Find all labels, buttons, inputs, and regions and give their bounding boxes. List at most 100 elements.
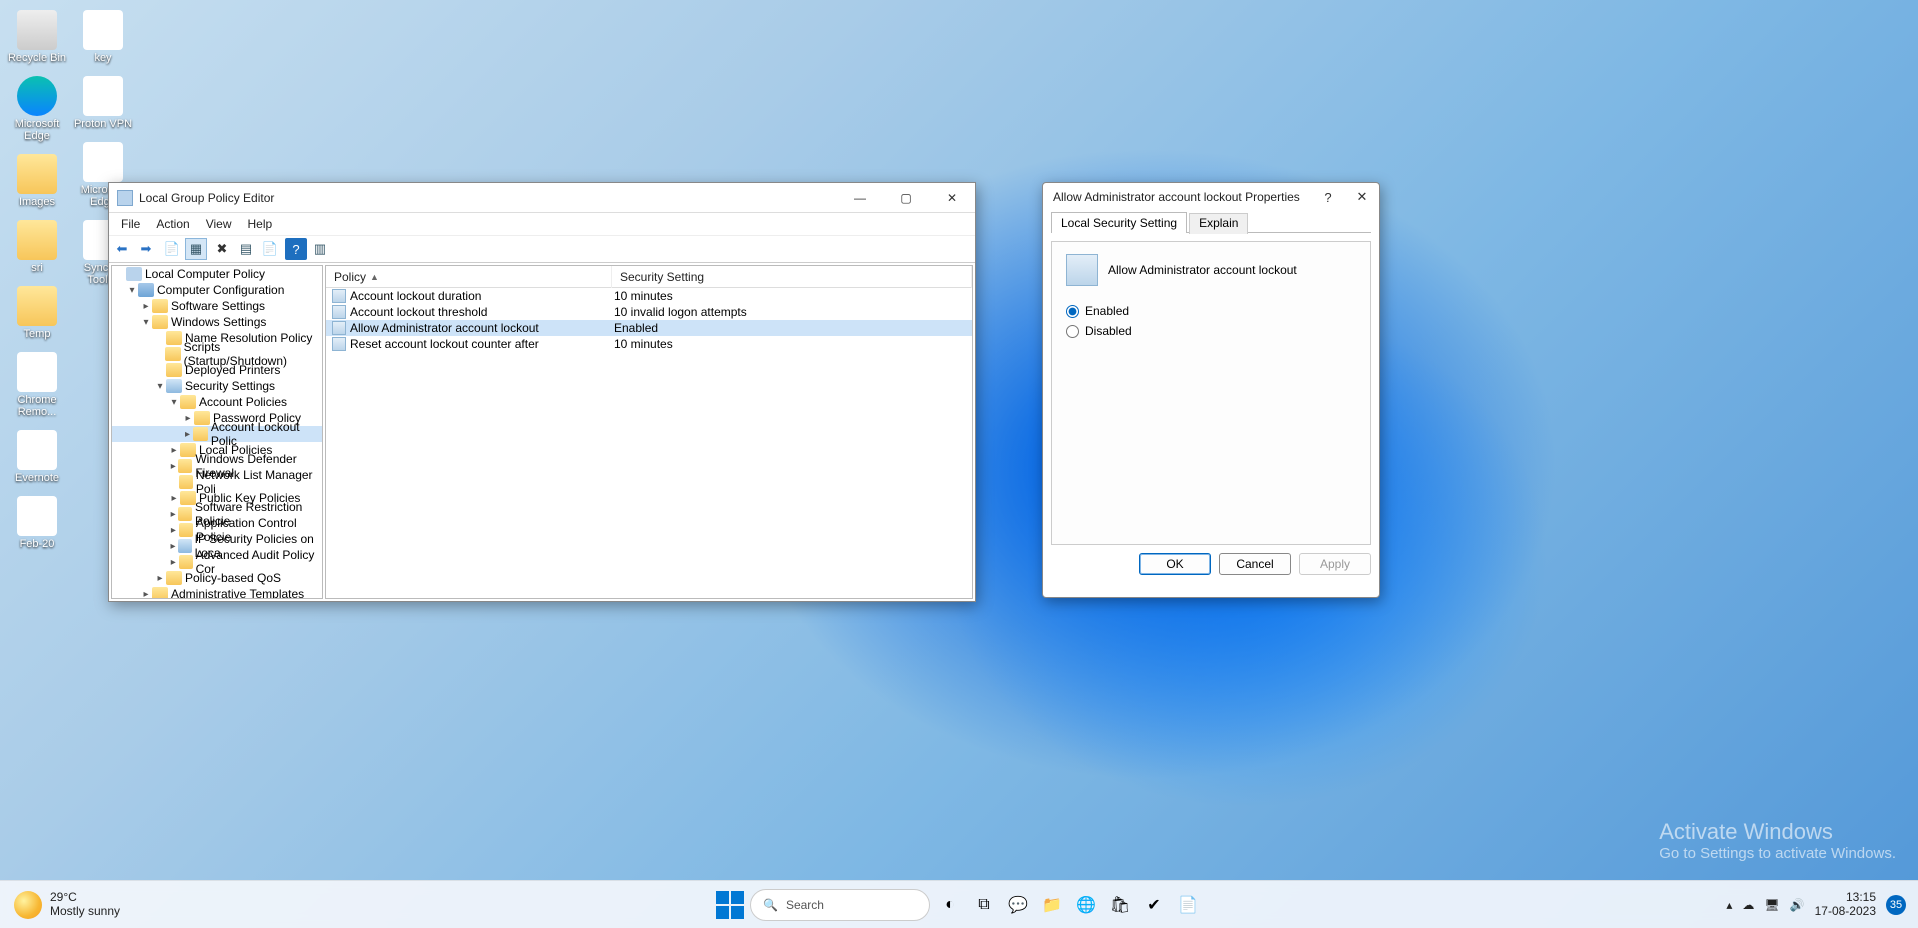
tab-local-security-setting[interactable]: Local Security Setting <box>1051 212 1187 233</box>
radio-disabled-input[interactable] <box>1066 325 1079 338</box>
gpedit-titlebar[interactable]: Local Group Policy Editor — ▢ ✕ <box>109 183 975 213</box>
tree-node[interactable]: ▾Computer Configuration <box>112 282 322 298</box>
onedrive-icon[interactable]: ☁ <box>1742 898 1754 912</box>
expand-icon[interactable]: ▸ <box>168 525 179 536</box>
icon-label: sri <box>31 262 43 274</box>
file-icon <box>17 352 57 392</box>
expand-icon[interactable]: ▸ <box>168 557 179 568</box>
col-policy[interactable]: Policy▲ <box>326 266 612 288</box>
back-icon[interactable]: ⬅ <box>111 238 133 260</box>
tree-node[interactable]: ▸Administrative Templates <box>112 586 322 599</box>
tree-node[interactable]: Network List Manager Poli <box>112 474 322 490</box>
col-security-setting[interactable]: Security Setting <box>612 266 972 288</box>
radio-disabled[interactable]: Disabled <box>1066 324 1356 338</box>
tab-explain[interactable]: Explain <box>1189 213 1248 234</box>
explorer-icon[interactable]: 📁 <box>1038 891 1066 919</box>
taskbar-search[interactable]: 🔍 Search <box>750 889 930 921</box>
dialog-help-button[interactable]: ? <box>1311 183 1345 211</box>
policy-tree[interactable]: Local Computer Policy▾Computer Configura… <box>111 265 323 599</box>
policy-row[interactable]: Account lockout threshold10 invalid logo… <box>326 304 972 320</box>
expand-icon[interactable]: ▸ <box>168 493 180 504</box>
copilot-icon[interactable]: ◐ <box>936 891 964 919</box>
menu-help[interactable]: Help <box>240 215 281 233</box>
policy-row[interactable]: Reset account lockout counter after10 mi… <box>326 336 972 352</box>
expand-icon[interactable]: ▸ <box>168 461 178 472</box>
tree-node[interactable]: ▸Advanced Audit Policy Cor <box>112 554 322 570</box>
show-tree-icon[interactable]: ▦ <box>185 238 207 260</box>
expand-icon[interactable]: ▸ <box>168 509 178 520</box>
tree-node[interactable]: ▸Account Lockout Polic <box>112 426 322 442</box>
desktop-icon[interactable]: Images <box>4 154 70 208</box>
store-icon[interactable]: 🛍 <box>1106 891 1134 919</box>
cancel-button[interactable]: Cancel <box>1219 553 1291 575</box>
tray-overflow-icon[interactable]: ▴ <box>1726 898 1732 912</box>
expand-icon[interactable]: ▾ <box>154 381 166 392</box>
edge-icon[interactable]: 🌐 <box>1072 891 1100 919</box>
weather-widget[interactable]: 29°C Mostly sunny <box>14 891 120 919</box>
folder-icon <box>165 347 180 361</box>
desktop-icon[interactable]: Feb-20 <box>4 496 70 550</box>
clock[interactable]: 13:15 17-08-2023 <box>1815 891 1876 919</box>
policy-row[interactable]: Account lockout duration10 minutes <box>326 288 972 304</box>
expand-icon[interactable]: ▸ <box>182 429 193 440</box>
dialog-title: Allow Administrator account lockout Prop… <box>1043 190 1311 204</box>
desktop-icon[interactable]: Recycle Bin <box>4 10 70 64</box>
volume-icon[interactable]: 🔊 <box>1790 898 1805 912</box>
up-icon[interactable]: 📄 <box>161 238 183 260</box>
policy-row[interactable]: Allow Administrator account lockoutEnabl… <box>326 320 972 336</box>
gpedit-body: Local Computer Policy▾Computer Configura… <box>109 263 975 601</box>
tree-node[interactable]: ▸Software Settings <box>112 298 322 314</box>
folder-icon <box>166 331 182 345</box>
expand-icon[interactable]: ▸ <box>140 589 152 600</box>
tree-label: Windows Settings <box>171 315 266 329</box>
expand-icon[interactable]: ▾ <box>140 317 152 328</box>
expand-icon[interactable]: ▸ <box>154 573 166 584</box>
desktop-icon[interactable]: sri <box>4 220 70 274</box>
desktop-icon[interactable]: Evernote <box>4 430 70 484</box>
start-button[interactable] <box>716 891 744 919</box>
desktop-icon[interactable]: Proton VPN <box>70 76 136 130</box>
system-tray[interactable]: ▴ ☁ 🖥 🔊 <box>1726 898 1804 912</box>
expand-icon[interactable]: ▸ <box>168 445 180 456</box>
properties-icon[interactable]: ▤ <box>235 238 257 260</box>
list-header[interactable]: Policy▲ Security Setting <box>326 266 972 288</box>
expand-icon[interactable]: ▸ <box>140 301 152 312</box>
expand-icon[interactable]: ▸ <box>168 541 178 552</box>
close-button[interactable]: ✕ <box>929 183 975 213</box>
expand-icon[interactable]: ▾ <box>126 285 138 296</box>
tree-node[interactable]: Scripts (Startup/Shutdown) <box>112 346 322 362</box>
forward-icon[interactable]: ➡ <box>135 238 157 260</box>
task-view-icon[interactable]: ⧉ <box>970 891 998 919</box>
radio-enabled[interactable]: Enabled <box>1066 304 1356 318</box>
menu-file[interactable]: File <box>113 215 148 233</box>
delete-icon[interactable]: ✖ <box>211 238 233 260</box>
expand-icon[interactable]: ▸ <box>182 413 194 424</box>
radio-enabled-input[interactable] <box>1066 305 1079 318</box>
apply-button[interactable]: Apply <box>1299 553 1371 575</box>
minimize-button[interactable]: — <box>837 183 883 213</box>
tree-node[interactable]: Local Computer Policy <box>112 266 322 282</box>
policy-list[interactable]: Policy▲ Security Setting Account lockout… <box>325 265 973 599</box>
notepad-icon[interactable]: 📄 <box>1174 891 1202 919</box>
tree-node[interactable]: ▾ Windows Settings <box>112 314 322 330</box>
desktop-icon[interactable]: Chrome Remo... <box>4 352 70 418</box>
desktop-icon[interactable]: Microsoft Edge <box>4 76 70 142</box>
tree-node[interactable]: ▾Security Settings <box>112 378 322 394</box>
dialog-close-button[interactable]: ✕ <box>1345 183 1379 211</box>
desktop-icon[interactable]: Temp <box>4 286 70 340</box>
chat-icon[interactable]: 💬 <box>1004 891 1032 919</box>
dialog-titlebar[interactable]: Allow Administrator account lockout Prop… <box>1043 183 1379 211</box>
tree-node[interactable]: ▾Account Policies <box>112 394 322 410</box>
app-icon[interactable]: ✔ <box>1140 891 1168 919</box>
maximize-button[interactable]: ▢ <box>883 183 929 213</box>
menu-view[interactable]: View <box>198 215 240 233</box>
network-icon[interactable]: 🖥 <box>1764 898 1779 912</box>
menu-action[interactable]: Action <box>148 215 197 233</box>
help-icon[interactable]: ? <box>285 238 307 260</box>
desktop-icon[interactable]: key <box>70 10 136 64</box>
export-icon[interactable]: 📄 <box>259 238 281 260</box>
view-icon[interactable]: ▥ <box>309 238 331 260</box>
expand-icon[interactable]: ▾ <box>168 397 180 408</box>
notification-badge[interactable]: 35 <box>1886 895 1906 915</box>
ok-button[interactable]: OK <box>1139 553 1211 575</box>
